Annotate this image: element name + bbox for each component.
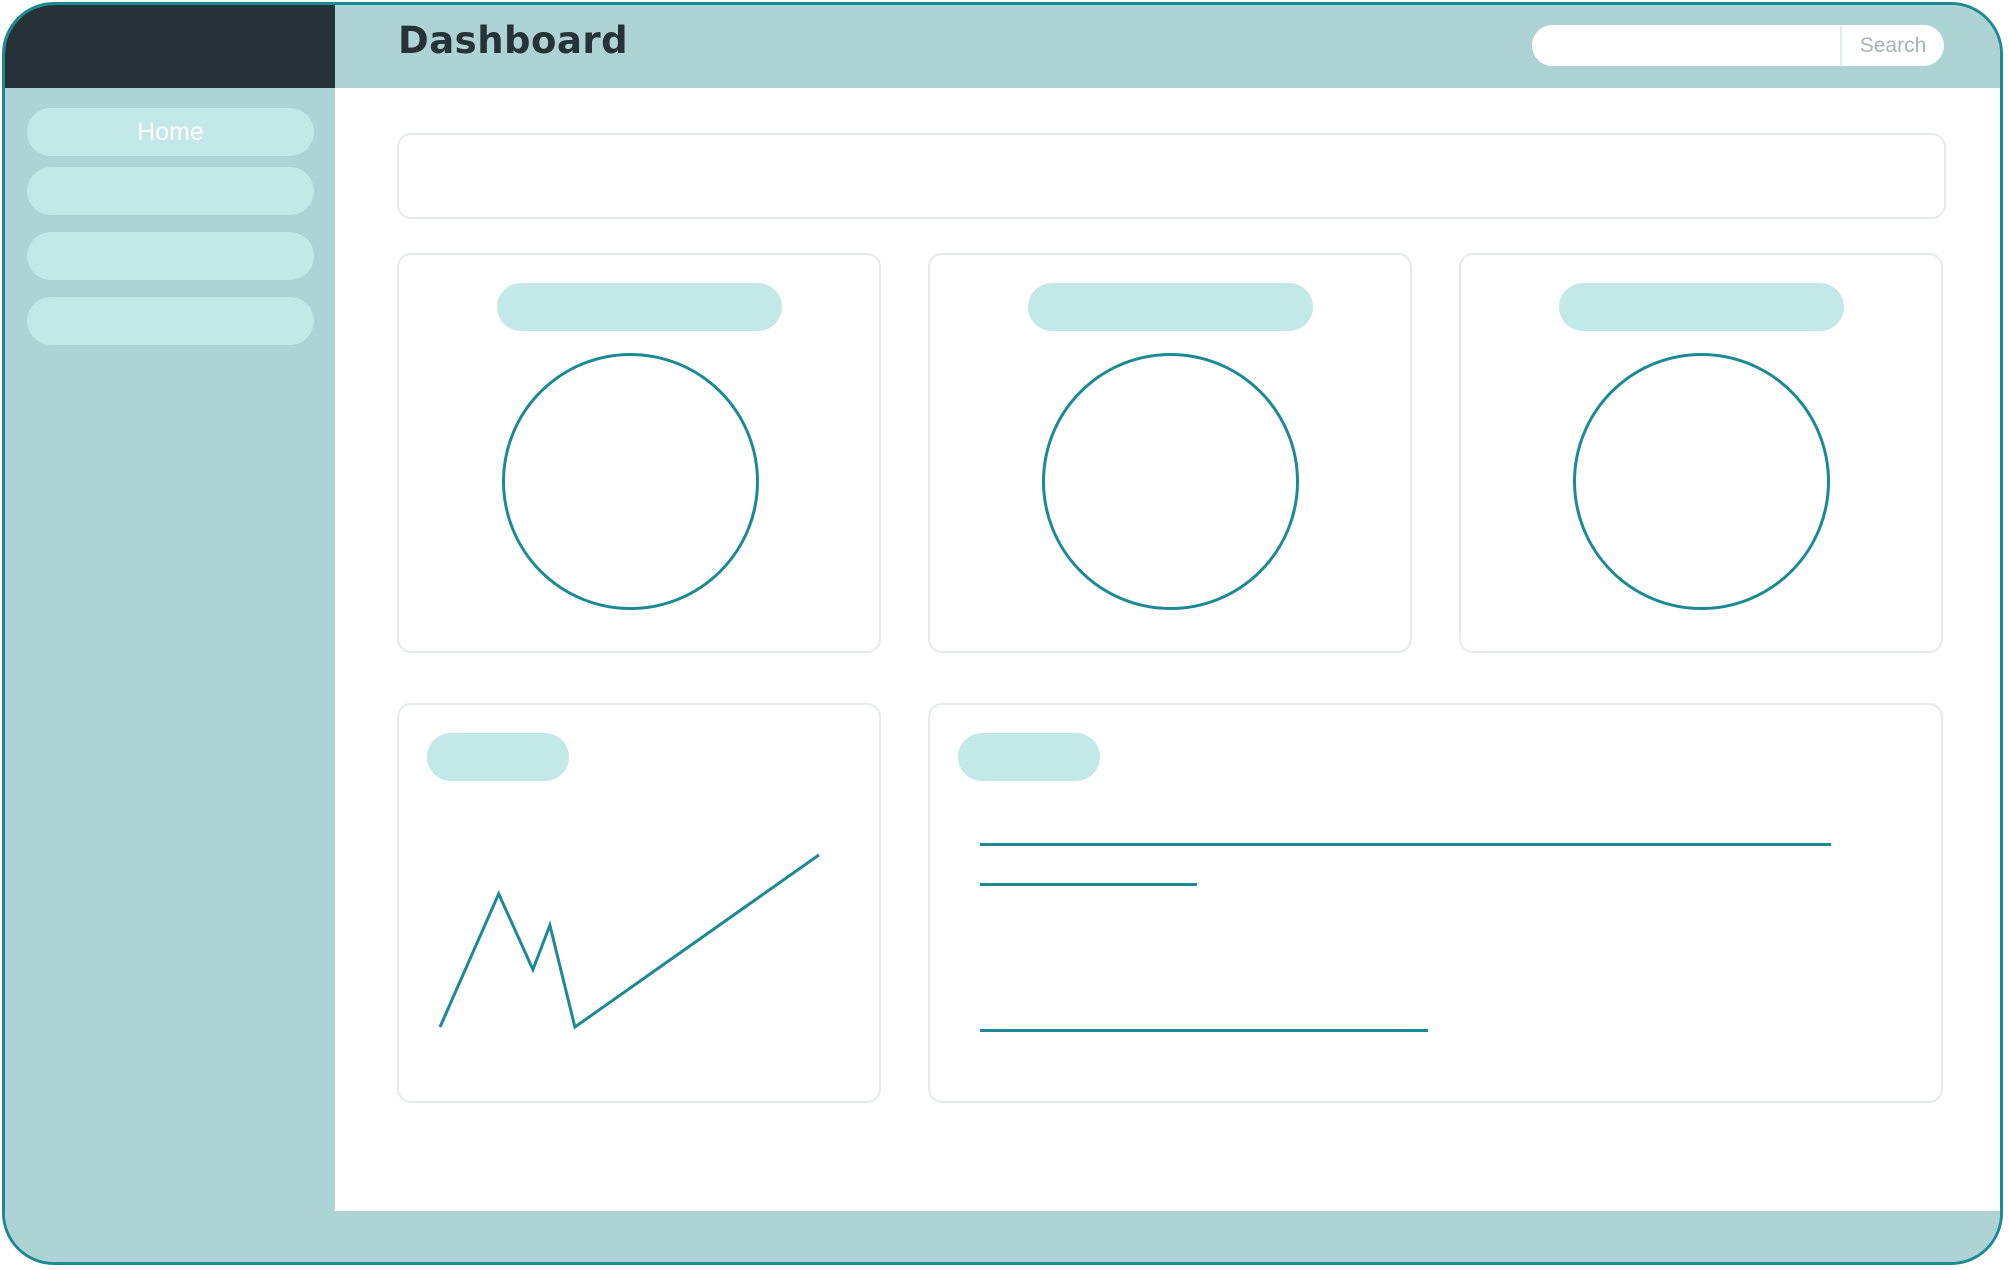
card-title-placeholder — [1559, 283, 1844, 331]
gauge-card-1 — [397, 253, 881, 653]
line-chart-card — [397, 703, 881, 1103]
line-chart — [438, 853, 820, 1030]
page-title: Dashboard — [398, 19, 629, 62]
text-line-placeholder — [980, 883, 1197, 886]
search-input[interactable] — [1532, 25, 1840, 66]
app-window: Dashboard Search Home — [2, 2, 2003, 1265]
gauge-card-3 — [1459, 253, 1943, 653]
text-line-placeholder — [980, 1029, 1428, 1032]
sidebar: Home — [5, 88, 335, 1262]
footer-bar — [335, 1211, 2000, 1262]
gauge-circle — [502, 353, 759, 610]
card-title-placeholder — [1028, 283, 1313, 331]
gauge-circle — [1042, 353, 1299, 610]
text-card — [928, 703, 1943, 1103]
card-title-placeholder — [958, 733, 1100, 781]
banner-panel — [397, 133, 1946, 219]
series-line — [438, 853, 820, 1030]
sidebar-item-home[interactable]: Home — [27, 108, 314, 156]
text-line-placeholder — [980, 843, 1831, 846]
sidebar-item-2[interactable] — [27, 167, 314, 215]
gauge-circle — [1573, 353, 1830, 610]
search-box: Search — [1532, 25, 1944, 66]
sidebar-item-3[interactable] — [27, 232, 314, 280]
brand-corner — [5, 5, 335, 88]
card-title-placeholder — [497, 283, 782, 331]
top-bar: Dashboard Search — [335, 5, 2000, 88]
search-button[interactable]: Search — [1842, 25, 1944, 66]
gauge-card-2 — [928, 253, 1412, 653]
sidebar-item-4[interactable] — [27, 297, 314, 345]
